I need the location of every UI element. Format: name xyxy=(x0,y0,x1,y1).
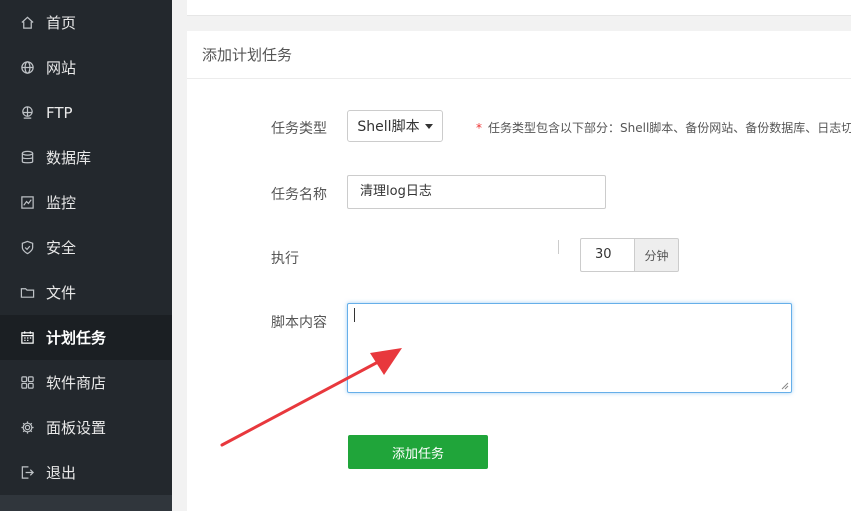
calendar-icon xyxy=(19,330,35,346)
required-star: * xyxy=(476,121,482,135)
sidebar: 首页 网站 FTP 数据库 监控 安全 文件 计划任务 软件商店 面板设置 退出 xyxy=(0,0,172,511)
minutes-unit: 分钟 xyxy=(634,238,679,272)
sidebar-item-security[interactable]: 安全 xyxy=(0,225,172,270)
task-type-select[interactable]: Shell脚本 xyxy=(347,110,443,142)
sidebar-item-panel-settings[interactable]: 面板设置 xyxy=(0,405,172,450)
task-type-label: 任务类型 xyxy=(271,121,327,137)
sidebar-item-label: 计划任务 xyxy=(46,329,107,347)
sidebar-item-database[interactable]: 数据库 xyxy=(0,135,172,180)
ftp-icon xyxy=(19,105,35,121)
sidebar-footer xyxy=(0,495,172,511)
sidebar-item-label: 退出 xyxy=(46,464,77,482)
sidebar-item-files[interactable]: 文件 xyxy=(0,270,172,315)
folder-icon xyxy=(19,285,35,301)
obscured-area xyxy=(304,237,560,273)
minutes-input[interactable]: 30 xyxy=(580,238,635,272)
resize-handle-icon[interactable] xyxy=(781,382,789,390)
sidebar-item-label: 数据库 xyxy=(46,149,92,167)
monitor-icon xyxy=(19,195,35,211)
task-type-hint: * 任务类型包含以下部分：Shell脚本、备份网站、备份数据库、日志切 xyxy=(476,121,851,135)
globe-icon xyxy=(19,60,35,76)
task-type-value: Shell脚本 xyxy=(357,119,420,135)
caret-down-icon xyxy=(424,123,433,129)
task-name-input[interactable]: 清理log日志 xyxy=(347,175,606,209)
sidebar-item-ftp[interactable]: FTP xyxy=(0,90,172,135)
sidebar-item-cron[interactable]: 计划任务 xyxy=(0,315,172,360)
logout-icon xyxy=(19,465,35,481)
sidebar-item-label: 网站 xyxy=(46,59,77,77)
script-label: 脚本内容 xyxy=(271,315,327,331)
grid-icon xyxy=(19,375,35,391)
sidebar-item-website[interactable]: 网站 xyxy=(0,45,172,90)
top-card xyxy=(187,0,851,16)
task-name-label: 任务名称 xyxy=(271,187,327,203)
sidebar-item-label: 安全 xyxy=(46,239,77,257)
sidebar-item-label: 面板设置 xyxy=(46,419,107,437)
script-content-textarea[interactable] xyxy=(347,303,792,393)
divider xyxy=(558,240,559,254)
database-icon xyxy=(19,150,35,166)
sidebar-item-label: 监控 xyxy=(46,194,77,212)
sidebar-item-label: 首页 xyxy=(46,14,77,32)
card-title: 添加计划任务 xyxy=(187,31,851,79)
execute-label: 执行 xyxy=(271,251,299,267)
shield-icon xyxy=(19,240,35,256)
gear-icon xyxy=(19,420,35,436)
sidebar-item-label: 软件商店 xyxy=(46,374,107,392)
text-cursor xyxy=(354,308,355,322)
add-cron-task-card: 添加计划任务 任务类型 Shell脚本 * 任务类型包含以下部分：Shell脚本、… xyxy=(187,31,851,511)
sidebar-item-logout[interactable]: 退出 xyxy=(0,450,172,495)
sidebar-item-label: 文件 xyxy=(46,284,77,302)
add-task-button[interactable]: 添加任务 xyxy=(348,435,488,469)
sidebar-item-software-store[interactable]: 软件商店 xyxy=(0,360,172,405)
sidebar-item-home[interactable]: 首页 xyxy=(0,0,172,45)
sidebar-item-monitor[interactable]: 监控 xyxy=(0,180,172,225)
home-icon xyxy=(19,15,35,31)
sidebar-item-label: FTP xyxy=(46,103,73,122)
